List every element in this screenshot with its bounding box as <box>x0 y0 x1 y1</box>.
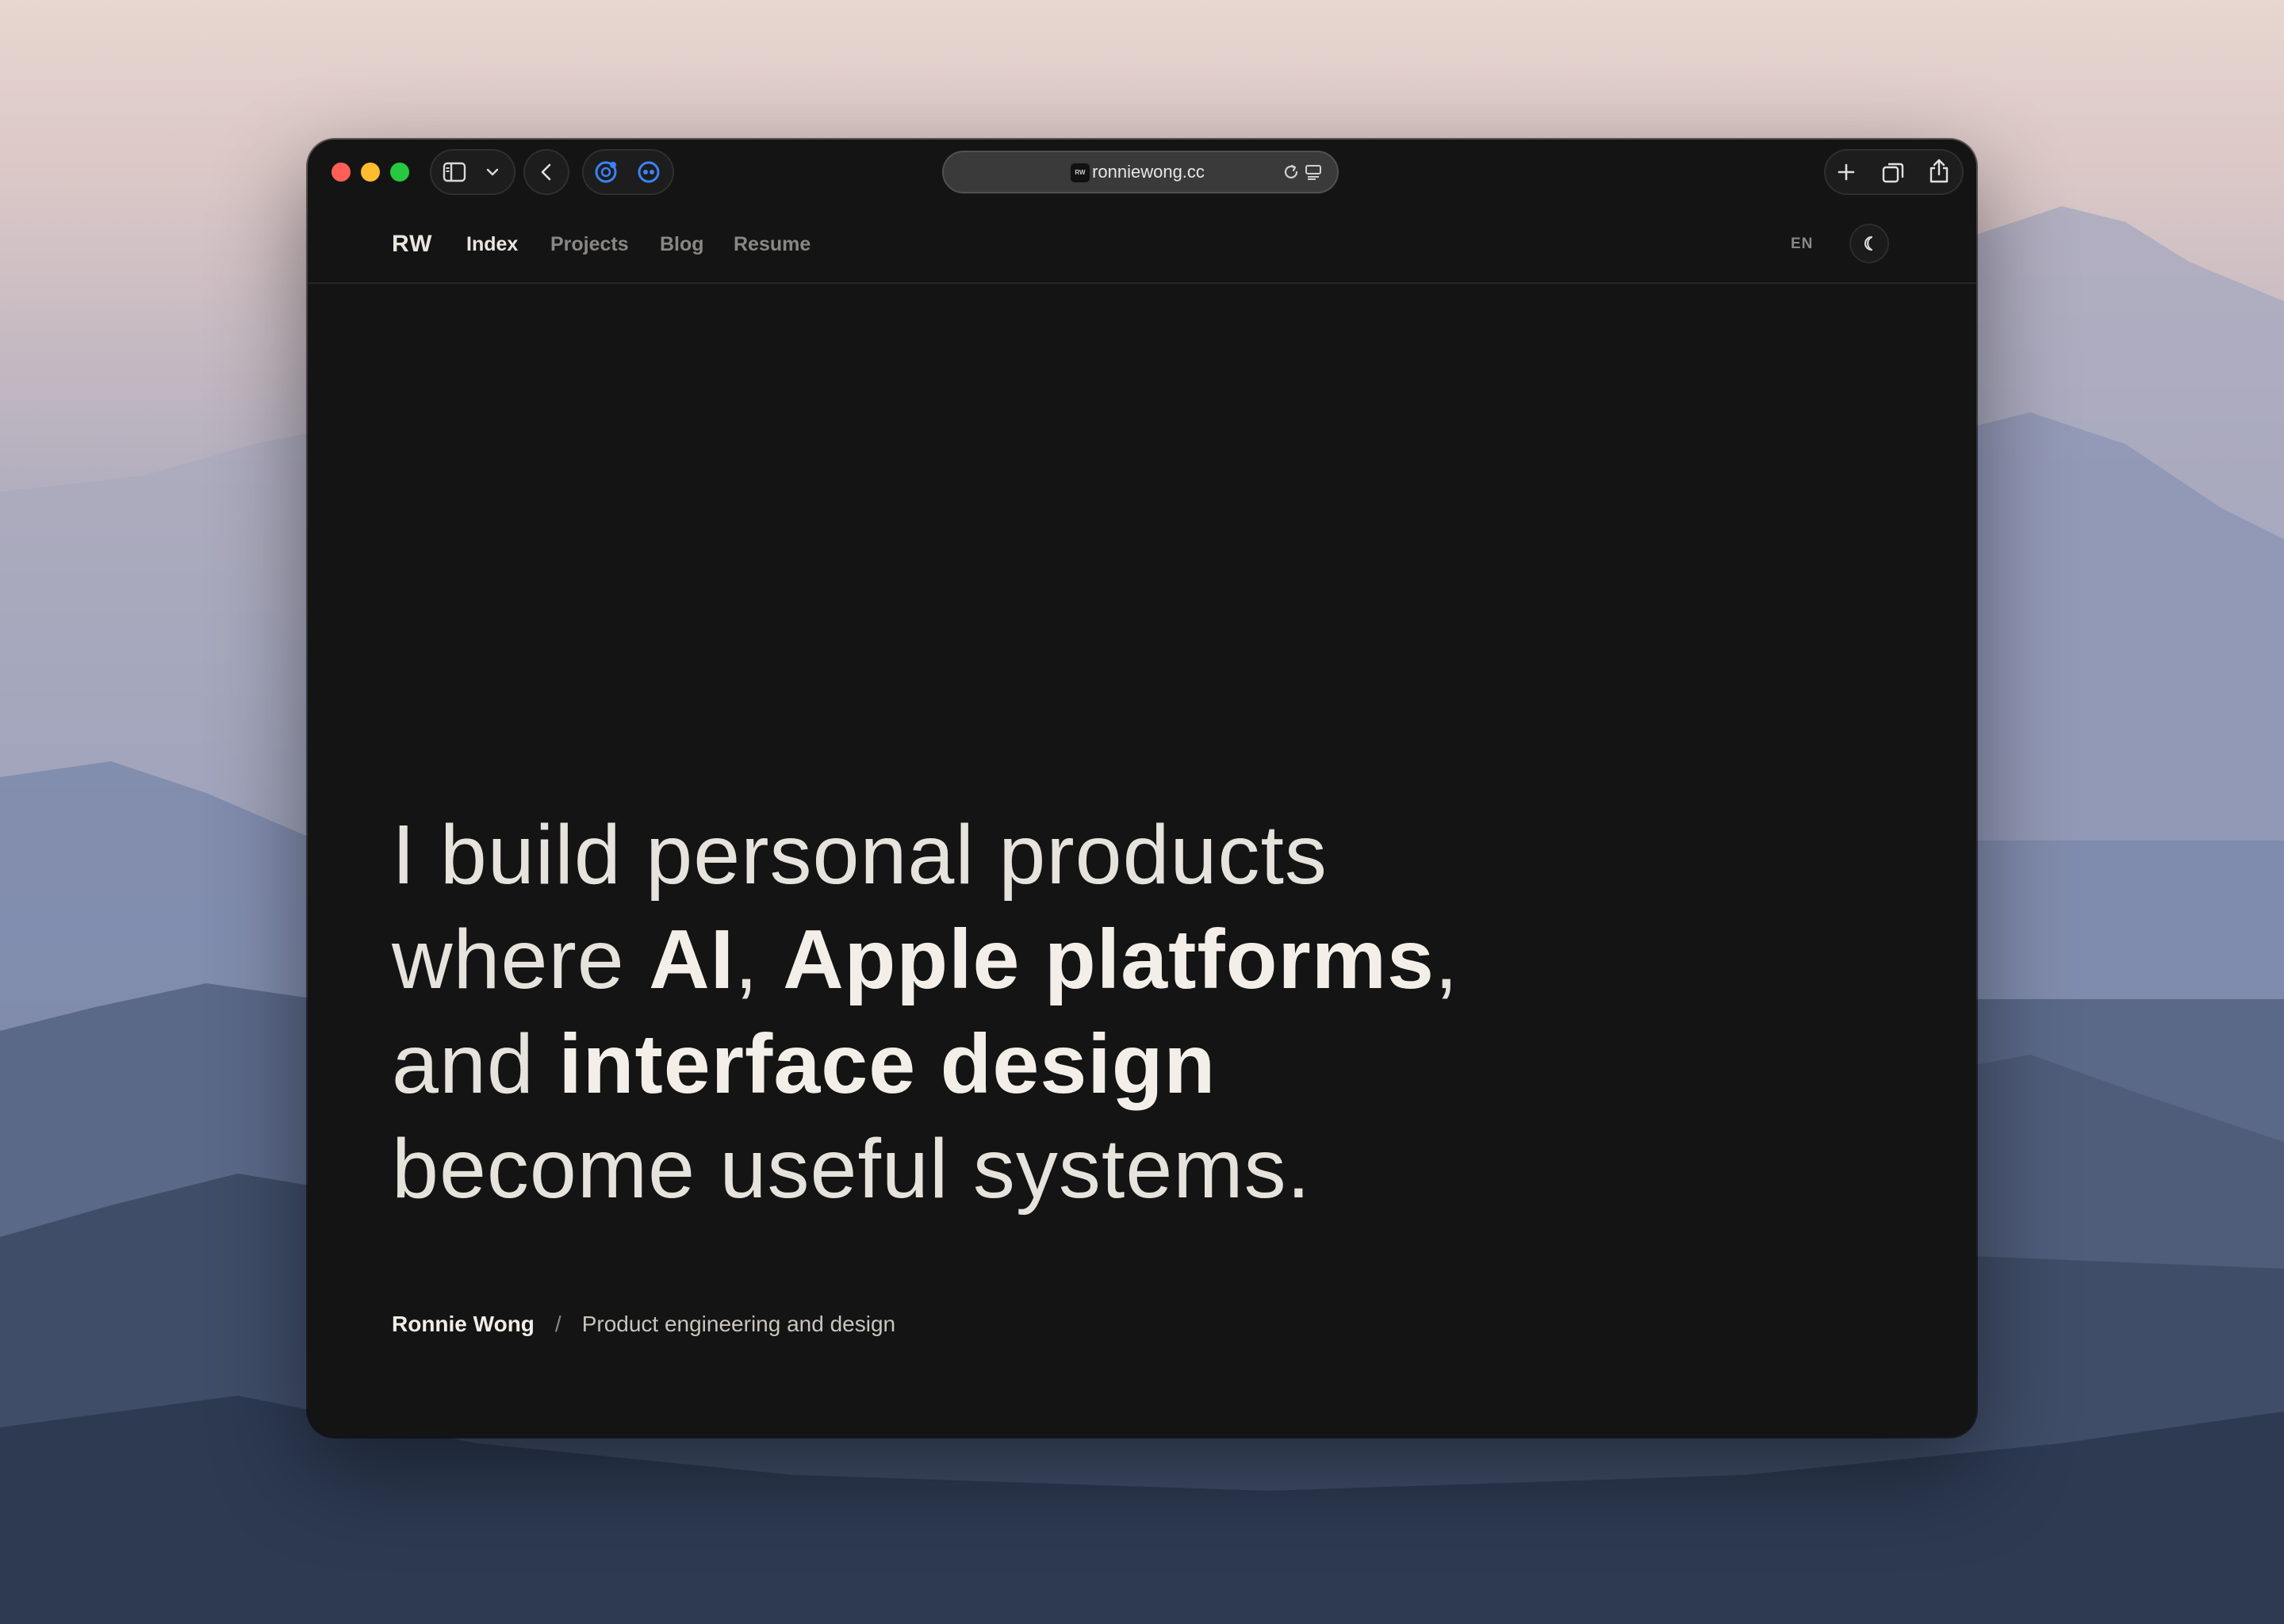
hero-line-4: become useful systems. <box>392 1122 1312 1216</box>
url-text[interactable]: ronniewong.cc <box>942 151 1339 193</box>
author-name: Ronnie Wong <box>392 1312 535 1336</box>
author-role: Product engineering and design <box>581 1312 896 1336</box>
nav-link-index[interactable]: Index <box>466 206 518 282</box>
hero-highlight-interface-design: interface design <box>558 1017 1217 1111</box>
moon-icon <box>1864 236 1873 251</box>
nav-link-projects[interactable]: Projects <box>550 206 629 282</box>
extension-blue-icon[interactable] <box>593 159 619 185</box>
hero-line-3: and interface design <box>392 1017 1217 1111</box>
extensions-group <box>582 149 674 195</box>
language-switcher[interactable]: EN <box>1791 206 1813 282</box>
byline-separator: / <box>554 1312 561 1336</box>
chevron-down-icon[interactable] <box>485 166 500 178</box>
hero-line-1: I build personal products <box>392 808 1328 902</box>
share-icon[interactable] <box>1927 158 1951 185</box>
browser-window: RW ronniewong.cc RW Index Projects Blog … <box>308 140 1976 1437</box>
tab-overview-icon[interactable] <box>1881 161 1905 185</box>
extension-face-icon[interactable] <box>636 159 661 185</box>
theme-toggle-button[interactable] <box>1849 224 1889 263</box>
brand-logo[interactable]: RW <box>392 206 432 282</box>
hero-statement: I build personal products where AI, Appl… <box>392 802 1581 1221</box>
hero-highlight-apple-platforms: Apple platforms <box>783 913 1435 1006</box>
minimize-window-button[interactable] <box>361 163 380 182</box>
window-actions-group <box>1824 149 1964 195</box>
site-header: RW Index Projects Blog Resume EN <box>308 206 1976 284</box>
new-tab-icon[interactable] <box>1835 161 1857 183</box>
nav-link-resume[interactable]: Resume <box>734 206 811 282</box>
reader-mode-icon[interactable] <box>1304 163 1323 182</box>
hero-line-2: where AI, Apple platforms, <box>392 913 1459 1006</box>
close-window-button[interactable] <box>331 163 351 182</box>
browser-toolbar: RW ronniewong.cc <box>308 140 1976 206</box>
chevron-left-icon <box>541 163 551 181</box>
sidebar-toggle-group <box>430 149 515 195</box>
hero-highlight-ai: AI <box>649 913 735 1006</box>
reload-icon[interactable] <box>1282 163 1301 182</box>
author-byline: Ronnie Wong / Product engineering and desi… <box>392 1305 895 1343</box>
nav-link-blog[interactable]: Blog <box>660 206 704 282</box>
back-button[interactable] <box>523 149 569 195</box>
sidebar-icon[interactable] <box>443 162 466 182</box>
zoom-window-button[interactable] <box>390 163 409 182</box>
address-bar[interactable]: RW ronniewong.cc <box>942 151 1339 193</box>
